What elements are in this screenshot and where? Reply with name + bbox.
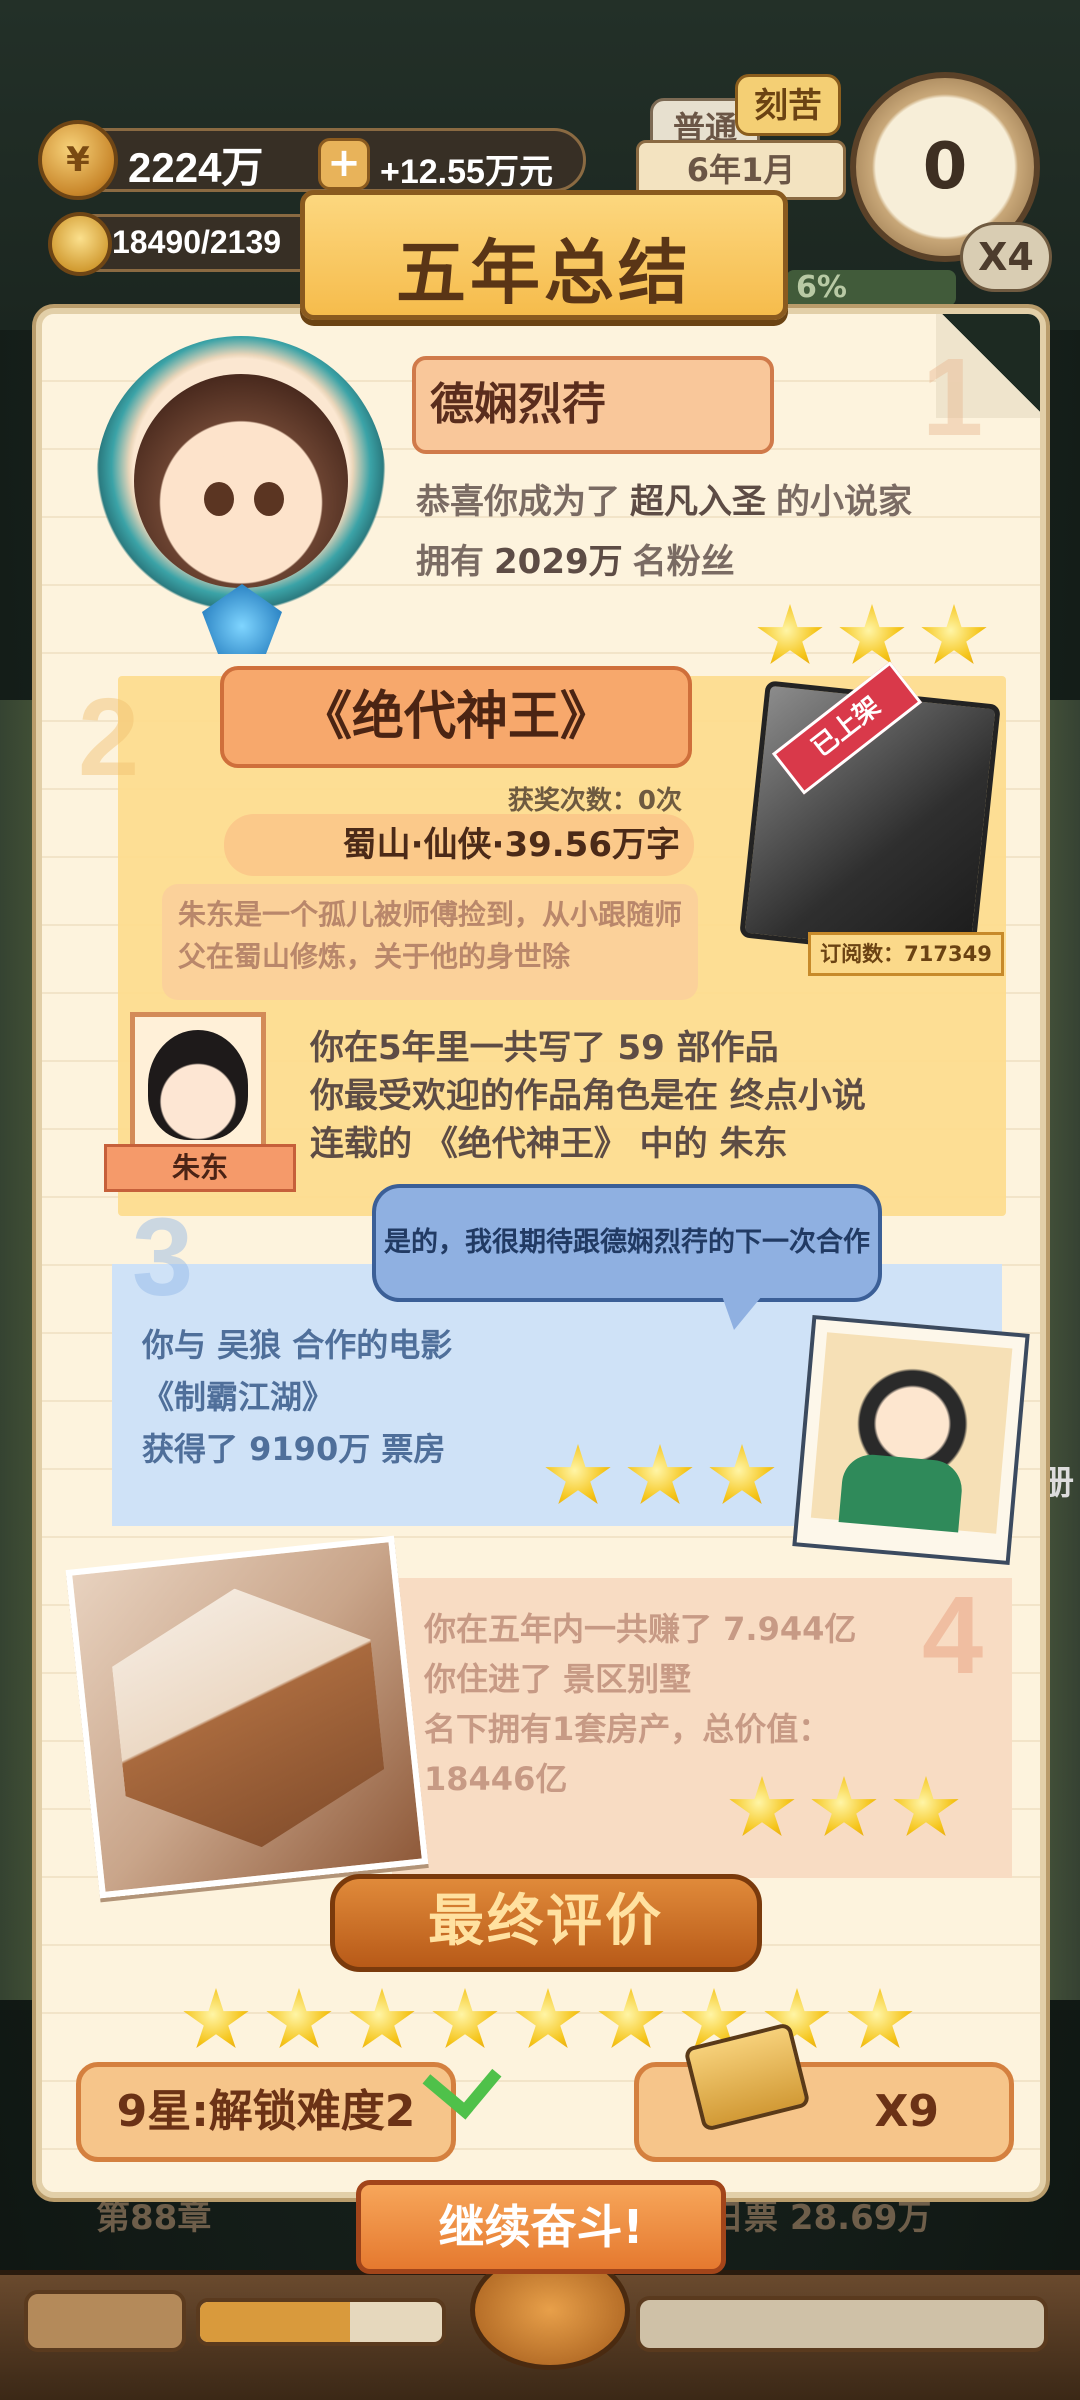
coins-value: 2224万 bbox=[128, 144, 264, 191]
box-office-line: 获得了 9190万 票房 bbox=[142, 1430, 446, 1468]
section-number-3: 3 bbox=[132, 1196, 194, 1319]
works-count-line: 你在5年里一共写了 59 部作品 bbox=[310, 1028, 779, 1068]
summary-card: 1 德娴烈荇 恭喜你成为了 超凡入圣 的小说家 拥有 2029万 名粉丝 2 《绝代神王… bbox=[36, 308, 1046, 2198]
section-number-4: 4 bbox=[922, 1574, 984, 1697]
popular-character-line: 你最受欢迎的作品角色是在 终点小说 bbox=[310, 1076, 866, 1116]
bulb-icon bbox=[48, 212, 112, 276]
final-rating-banner: 最终评价 bbox=[330, 1874, 762, 1972]
progress-percent: 6% bbox=[786, 270, 956, 306]
avatar bbox=[134, 374, 348, 588]
villa-room-image bbox=[65, 1535, 429, 1899]
section-number-2: 2 bbox=[78, 676, 140, 799]
movie-partner-line: 你与 吴狼 合作的电影 bbox=[142, 1326, 453, 1364]
property-line: 名下拥有1套房产，总价值： bbox=[424, 1710, 831, 1748]
property-value: 18446亿 bbox=[424, 1760, 568, 1798]
partner-photo bbox=[792, 1314, 1030, 1566]
summary-title-tab: 五年总结 bbox=[300, 190, 788, 320]
rank-title: 超凡入圣 bbox=[630, 482, 766, 522]
speed-button[interactable]: X4 bbox=[960, 222, 1052, 292]
earnings-line: 你在五年内一共赚了 7.944亿 bbox=[424, 1610, 857, 1648]
unlock-difficulty-button[interactable]: 9星:解锁难度2 bbox=[76, 2062, 456, 2162]
serial-line: 连载的 《绝代神王》 中的 朱东 bbox=[310, 1124, 788, 1164]
book-description: 朱东是一个孤儿被师傅捡到，从小跟随师父在蜀山修炼，关于他的身世除 bbox=[162, 884, 698, 1000]
movie-title: 《制霸江湖》 bbox=[142, 1378, 335, 1416]
partner-speech-bubble: 是的，我很期待跟德娴烈荇的下一次合作 bbox=[372, 1184, 882, 1302]
rank-line: 恭喜你成为了 超凡入圣 的小说家 bbox=[416, 482, 912, 522]
coin-icon: ¥ bbox=[38, 120, 118, 200]
book-title: 《绝代神王》 bbox=[220, 666, 692, 768]
bottom-right-slider[interactable] bbox=[636, 2296, 1048, 2352]
income-value: +12.55万元 bbox=[380, 153, 553, 191]
author-name: 德娴烈荇 bbox=[412, 356, 774, 454]
award-count: 获奖次数：0次 bbox=[507, 786, 682, 816]
character-name: 朱东 bbox=[104, 1144, 296, 1192]
book-genre: 蜀山·仙侠·39.56万字 bbox=[224, 814, 694, 876]
bottom-left-button[interactable] bbox=[24, 2290, 186, 2352]
fans-line: 拥有 2029万 名粉丝 bbox=[416, 542, 735, 582]
continue-button[interactable]: 继续奋斗! bbox=[356, 2180, 726, 2274]
tab-hard[interactable]: 刻苦 bbox=[735, 74, 841, 136]
add-coins-button[interactable]: + bbox=[318, 138, 370, 190]
clock-value: 0 bbox=[922, 130, 968, 204]
energy-value: 18490/2139 bbox=[112, 224, 282, 260]
subscription-count: 订阅数：717349 bbox=[808, 932, 1004, 976]
residence-line: 你住进了 景区别墅 bbox=[424, 1660, 692, 1698]
summary-title: 五年总结 bbox=[396, 232, 692, 314]
bottom-progress bbox=[196, 2298, 446, 2346]
section-number-1: 1 bbox=[922, 336, 984, 459]
fans-count: 2029万 bbox=[494, 542, 623, 582]
character-portrait bbox=[148, 1030, 248, 1140]
